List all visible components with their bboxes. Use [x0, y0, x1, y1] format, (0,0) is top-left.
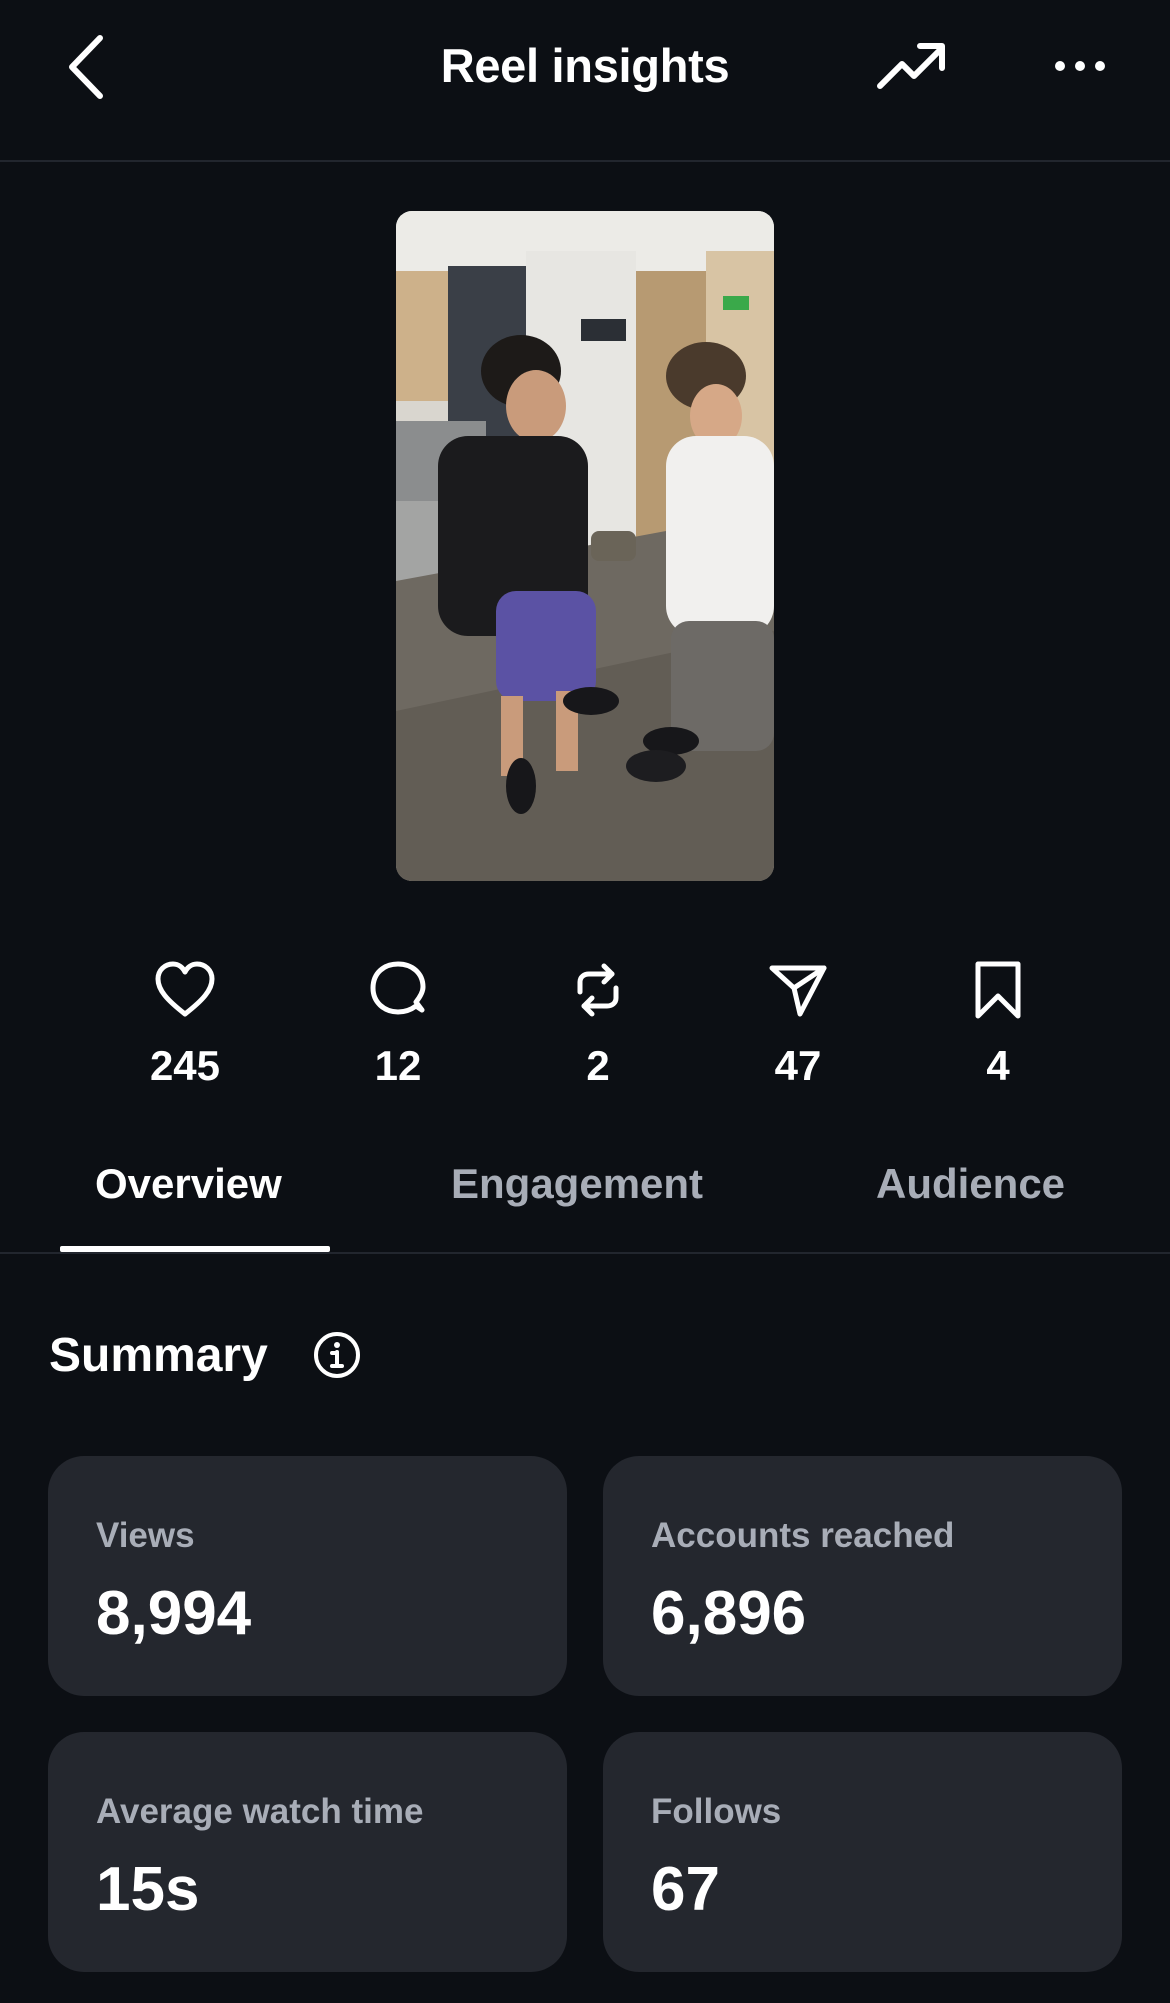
- views-label: Views: [96, 1516, 195, 1555]
- reposts-count: 2: [586, 1042, 610, 1089]
- average-watch-time-value: 15s: [96, 1855, 200, 1924]
- trending-up-icon: [877, 43, 945, 89]
- share-icon: [769, 965, 827, 1017]
- saves-stat: 4: [918, 958, 1078, 1090]
- views-card[interactable]: Views 8,994: [48, 1456, 567, 1696]
- tab-overview[interactable]: Overview: [95, 1160, 282, 1208]
- page-title: Reel insights: [440, 39, 730, 92]
- saves-count: 4: [986, 1042, 1010, 1089]
- accounts-reached-label: Accounts reached: [651, 1516, 955, 1555]
- tab-engagement[interactable]: Engagement: [451, 1160, 703, 1208]
- likes-count: 245: [149, 1042, 221, 1089]
- insights-trend-button[interactable]: [876, 40, 948, 94]
- shares-count: 47: [774, 1042, 822, 1089]
- shares-stat: 47: [718, 958, 878, 1090]
- comment-icon: [370, 961, 426, 1015]
- bookmark-icon: [975, 961, 1021, 1019]
- comments-count: 12: [374, 1042, 422, 1089]
- follows-value: 67: [651, 1855, 720, 1924]
- reposts-stat: 2: [518, 958, 678, 1090]
- views-value: 8,994: [96, 1579, 252, 1648]
- tabs-divider: [0, 1252, 1170, 1254]
- tab-audience[interactable]: Audience: [876, 1160, 1065, 1208]
- follows-label: Follows: [651, 1792, 782, 1831]
- accounts-reached-value: 6,896: [651, 1579, 807, 1648]
- top-bar: Reel insights: [0, 0, 1170, 162]
- video-thumbnail: [396, 211, 774, 881]
- repost-icon: [577, 963, 619, 1017]
- summary-heading: Summary: [49, 1329, 268, 1382]
- reel-thumbnail[interactable]: [396, 211, 774, 881]
- average-watch-time-card[interactable]: Average watch time 15s: [48, 1732, 567, 1972]
- likes-stat: 245: [105, 958, 265, 1090]
- accounts-reached-card[interactable]: Accounts reached 6,896: [603, 1456, 1122, 1696]
- comments-stat: 12: [318, 958, 478, 1090]
- more-options-button[interactable]: [1052, 48, 1108, 84]
- heart-icon: [155, 961, 215, 1017]
- follows-card[interactable]: Follows 67: [603, 1732, 1122, 1972]
- average-watch-time-label: Average watch time: [96, 1792, 424, 1831]
- more-horizontal-icon: [1055, 61, 1105, 71]
- info-icon: [314, 1332, 360, 1378]
- summary-info-button[interactable]: [312, 1330, 362, 1380]
